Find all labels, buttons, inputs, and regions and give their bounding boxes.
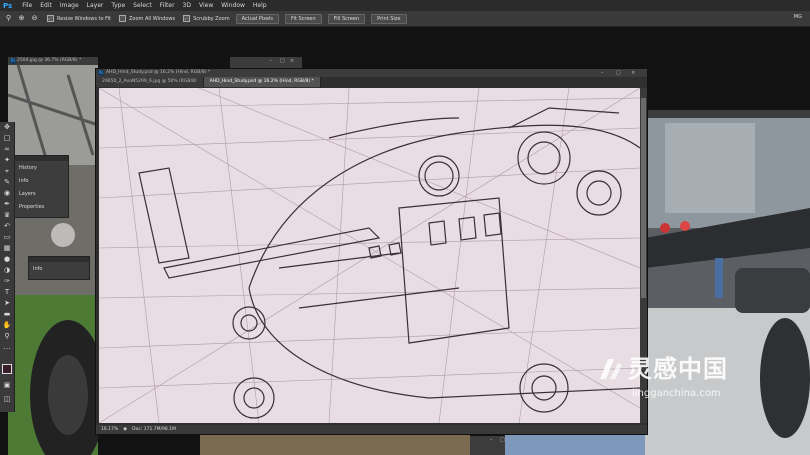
actual-pixels-button[interactable]: Actual Pixels [235, 13, 280, 24]
status-bar: 16.17% ◉ Doc: 171.7M/98.1M [96, 425, 647, 434]
window-title-bar[interactable]: Ps 2504.jpg @ 36.7% (RGB/8) * [8, 57, 98, 65]
close-icon[interactable]: × [290, 57, 294, 65]
helicopter-sketch [98, 87, 641, 424]
tab-reference-photo[interactable]: 29650_2_AvaN5299_6.jpg @ 50% (RGB/8) [96, 77, 204, 87]
ps-doc-icon: Ps [10, 58, 16, 64]
tools-panel: ✥ □ ∞ ✦ ⌖ ✎ ◉ ✒ ♛ ↶ ▭ ▦ ● ◑ ✑ T ➤ ▬ ✋ ⚲ … [0, 122, 15, 412]
panel-info[interactable]: Info [15, 175, 68, 188]
shape-tool-icon[interactable]: ▬ [0, 309, 14, 320]
canvas[interactable] [98, 87, 641, 424]
window-title-bar[interactable] [645, 110, 810, 118]
foreground-color-swatch[interactable] [2, 364, 12, 374]
healing-tool-icon[interactable]: ◉ [0, 188, 14, 199]
document-title-bar[interactable]: Ps AHD_Hind_Study.psd @ 16.2% (Hind, RGB… [96, 69, 647, 77]
zoom-out-icon[interactable]: ⊖ [30, 14, 39, 23]
zoom-in-icon[interactable]: ⊕ [17, 14, 26, 23]
menu-bar: Ps File Edit Image Layer Type Select Fil… [0, 0, 810, 11]
menu-window[interactable]: Window [217, 2, 249, 9]
zoom-tool-icon[interactable]: ⚲ [0, 331, 14, 342]
checkbox-label: Resize Windows to Fit [57, 15, 111, 22]
menu-file[interactable]: File [18, 2, 36, 9]
document-window[interactable]: Ps AHD_Hind_Study.psd @ 16.2% (Hind, RGB… [95, 68, 648, 435]
options-bar: ⚲ ⊕ ⊖ ✓ Resize Windows to Fit Zoom All Wi… [0, 11, 810, 27]
history-brush-icon[interactable]: ↶ [0, 221, 14, 232]
minimize-icon[interactable]: – [490, 436, 493, 444]
blur-tool-icon[interactable]: ● [0, 254, 14, 265]
document-title: AHD_Hind_Study.psd @ 16.2% (Hind, RGB/8)… [106, 70, 211, 75]
scrollbar-thumb[interactable] [641, 98, 646, 298]
quick-mask-icon[interactable]: ▣ [0, 380, 14, 391]
checkbox-box: ✓ [47, 15, 54, 22]
watermark-logo-icon [600, 359, 622, 379]
panel-layers[interactable]: Layers [15, 188, 68, 201]
background-photo-bottom-right [505, 433, 645, 455]
watermark-url: lingganchina.com [632, 388, 721, 399]
panel-info-tab[interactable]: Info [29, 262, 89, 276]
menu-filter[interactable]: Filter [156, 2, 179, 9]
marquee-tool-icon[interactable]: □ [0, 133, 14, 144]
type-tool-icon[interactable]: T [0, 287, 14, 298]
checkbox-label: Zoom All Windows [129, 15, 176, 22]
menu-type[interactable]: Type [107, 2, 129, 9]
scrubby-zoom-checkbox[interactable]: ✓ Scrubby Zoom [183, 15, 230, 22]
menu-select[interactable]: Select [129, 2, 156, 9]
background-photo-bottom [200, 433, 470, 455]
menu-image[interactable]: Image [56, 2, 83, 9]
status-icon[interactable]: ◉ [123, 425, 127, 434]
ps-doc-icon: Ps [98, 70, 104, 76]
brush-tool-icon[interactable]: ✒ [0, 199, 14, 210]
info-panel: Info [28, 256, 90, 280]
more-tools-icon[interactable]: … [0, 342, 14, 353]
panel-history[interactable]: History [15, 161, 68, 175]
tab-hind-study[interactable]: AHD_Hind_Study.psd @ 16.2% (Hind, RGB/8)… [203, 77, 321, 87]
close-icon[interactable]: × [631, 69, 635, 77]
menu-layer[interactable]: Layer [83, 2, 108, 9]
panel-stack: History Info Layers Properties [14, 155, 69, 218]
maximize-icon[interactable]: □ [280, 57, 285, 65]
fit-screen-button[interactable]: Fit Screen [285, 13, 322, 24]
window-title: 2504.jpg @ 36.7% (RGB/8) * [17, 58, 82, 63]
print-size-button[interactable]: Print Size [371, 13, 407, 24]
minimize-icon[interactable]: – [270, 57, 273, 65]
eyedropper-tool-icon[interactable]: ✎ [0, 177, 14, 188]
gradient-tool-icon[interactable]: ▦ [0, 243, 14, 254]
quick-select-tool-icon[interactable]: ✦ [0, 155, 14, 166]
menu-edit[interactable]: Edit [36, 2, 56, 9]
fill-screen-button[interactable]: Fill Screen [327, 13, 366, 24]
photoshop-logo[interactable]: Ps [0, 2, 18, 10]
menu-help[interactable]: Help [249, 2, 271, 9]
zoom-all-windows-checkbox[interactable]: Zoom All Windows [119, 15, 175, 22]
watermark: 灵感中国 lingganchina.com [594, 349, 804, 409]
workspace-switcher[interactable]: MG [794, 14, 802, 20]
screen-mode-icon[interactable]: ◫ [0, 394, 14, 405]
zoom-level[interactable]: 16.17% [101, 425, 118, 434]
checkbox-label: Scrubby Zoom [193, 15, 230, 22]
menu-view[interactable]: View [195, 2, 217, 9]
zoom-tool-icon[interactable]: ⚲ [4, 14, 13, 23]
move-tool-icon[interactable]: ✥ [0, 122, 14, 133]
menu-3d[interactable]: 3D [179, 2, 195, 9]
lasso-tool-icon[interactable]: ∞ [0, 144, 14, 155]
resize-windows-checkbox[interactable]: ✓ Resize Windows to Fit [47, 15, 111, 22]
path-select-tool-icon[interactable]: ➤ [0, 298, 14, 309]
dodge-tool-icon[interactable]: ◑ [0, 265, 14, 276]
document-size[interactable]: Doc: 171.7M/98.1M [132, 425, 176, 434]
minimize-icon[interactable]: – [601, 69, 604, 77]
checkbox-box: ✓ [183, 15, 191, 22]
stamp-tool-icon[interactable]: ♛ [0, 210, 14, 221]
maximize-icon[interactable]: □ [616, 69, 621, 77]
panel-properties[interactable]: Properties [15, 201, 68, 213]
watermark-text: 灵感中国 [628, 355, 728, 383]
pen-tool-icon[interactable]: ✑ [0, 276, 14, 287]
checkbox-box [119, 15, 126, 22]
eraser-tool-icon[interactable]: ▭ [0, 232, 14, 243]
hand-tool-icon[interactable]: ✋ [0, 320, 14, 331]
document-tabs: 29650_2_AvaN5299_6.jpg @ 50% (RGB/8) AHD… [96, 77, 647, 87]
crop-tool-icon[interactable]: ⌖ [0, 166, 14, 177]
